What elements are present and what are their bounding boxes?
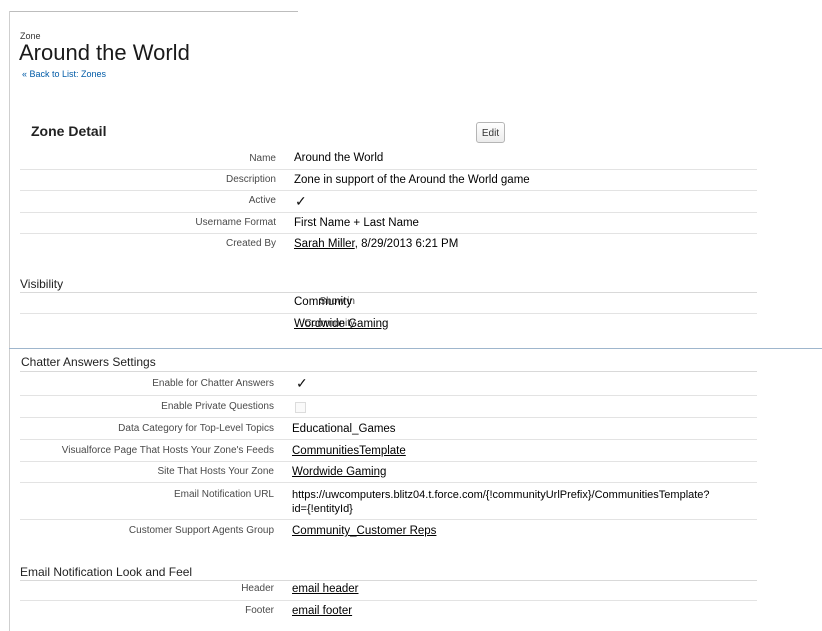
name-label: Name xyxy=(249,153,276,164)
username-format-value: First Name + Last Name xyxy=(294,217,419,229)
name-value: Around the World xyxy=(294,152,384,164)
row-divider xyxy=(20,600,757,601)
section-divider xyxy=(20,371,757,372)
enable-private-questions-label: Enable Private Questions xyxy=(161,401,274,412)
email-notification-url-label: Email Notification URL xyxy=(173,489,274,500)
description-value: Zone in support of the Around the World … xyxy=(294,174,530,186)
row-divider xyxy=(20,519,757,520)
row-divider xyxy=(20,395,757,396)
section-divider xyxy=(20,292,757,293)
visualforce-page-link[interactable]: CommunitiesTemplate xyxy=(292,445,406,457)
row-divider xyxy=(20,169,757,170)
row-divider xyxy=(20,482,757,483)
community-link[interactable]: Wordwide Gaming xyxy=(294,318,388,330)
row-divider xyxy=(20,233,757,234)
checkmark-icon: ✓ xyxy=(295,193,307,209)
visibility-heading: Visibility xyxy=(20,277,64,291)
username-format-label: Username Format xyxy=(195,217,276,228)
enable-chatter-answers-label: Enable for Chatter Answers xyxy=(152,378,274,389)
top-border xyxy=(9,11,298,12)
zone-detail-heading: Zone Detail xyxy=(31,123,107,139)
email-header-link[interactable]: email header xyxy=(292,583,358,595)
support-agents-group-label: Customer Support Agents Group xyxy=(128,525,274,536)
email-footer-link[interactable]: email footer xyxy=(292,605,352,617)
left-border xyxy=(9,11,10,631)
description-label: Description xyxy=(225,174,276,185)
created-by-label: Created By xyxy=(225,238,276,249)
created-by-user-link[interactable]: Sarah Miller xyxy=(294,238,355,250)
row-divider xyxy=(20,313,757,314)
data-category-label: Data Category for Top-Level Topics xyxy=(118,423,274,434)
row-divider xyxy=(20,439,757,440)
site-link[interactable]: Wordwide Gaming xyxy=(292,466,386,478)
created-by-value: Sarah Miller, 8/29/2013 6:21 PM xyxy=(294,238,458,250)
footer-label: Footer xyxy=(245,605,274,616)
private-questions-checkbox xyxy=(295,402,306,413)
active-label: Active xyxy=(248,195,276,206)
section-divider xyxy=(20,580,757,581)
email-notification-url-line1: https://uwcomputers.blitz04.t.force.com/… xyxy=(292,489,710,501)
row-divider xyxy=(20,461,757,462)
visualforce-page-label: Visualforce Page That Hosts Your Zone's … xyxy=(61,445,274,456)
page-title: Around the World xyxy=(19,40,190,65)
data-category-value: Educational_Games xyxy=(292,423,396,435)
checkmark-icon: ✓ xyxy=(296,375,308,391)
show-in-value: Community xyxy=(294,296,353,308)
row-divider xyxy=(20,190,757,191)
row-divider xyxy=(20,417,757,418)
email-look-heading: Email Notification Look and Feel xyxy=(20,565,193,579)
header-label: Header xyxy=(241,583,274,594)
edit-button[interactable]: Edit xyxy=(476,122,505,143)
site-label: Site That Hosts Your Zone xyxy=(157,466,274,477)
back-to-list-link[interactable]: « Back to List: Zones xyxy=(22,69,106,79)
email-notification-url-line2: id={!entityId} xyxy=(292,503,353,515)
support-agents-group-link[interactable]: Community_Customer Reps xyxy=(292,525,436,537)
chatter-answers-heading: Chatter Answers Settings xyxy=(21,355,156,369)
section-separator xyxy=(9,348,822,349)
row-divider xyxy=(20,212,757,213)
created-date: , 8/29/2013 6:21 PM xyxy=(354,238,459,250)
